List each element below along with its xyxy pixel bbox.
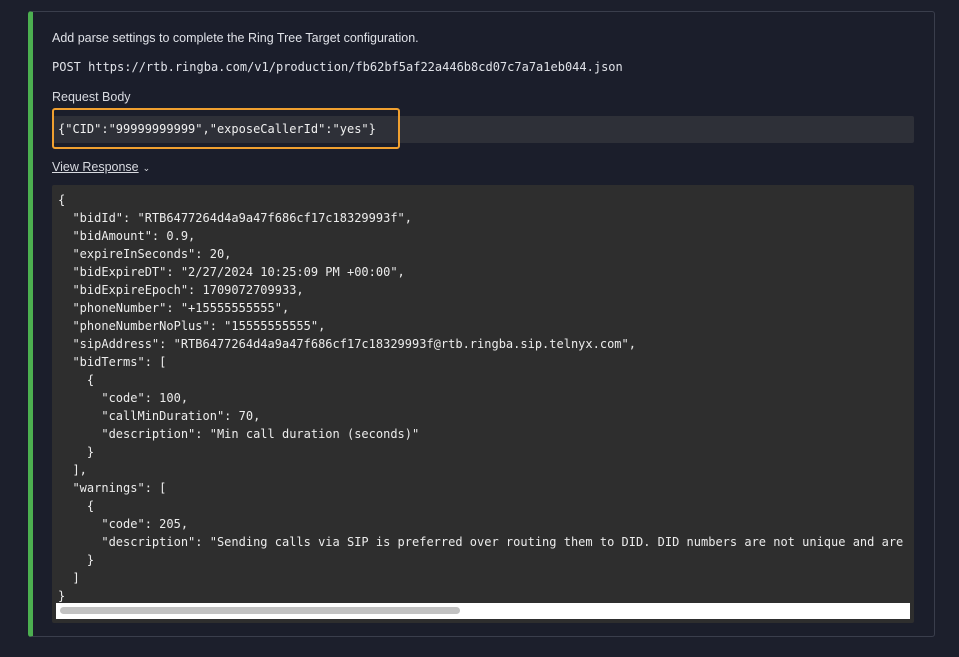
- ring-tree-target-panel: Add parse settings to complete the Ring …: [28, 11, 935, 637]
- chevron-down-icon: ⌄: [142, 163, 151, 173]
- horizontal-scrollbar[interactable]: [56, 603, 910, 619]
- view-response-label: View Response: [52, 160, 139, 174]
- response-code-block: { "bidId": "RTB6477264d4a9a47f686cf17c18…: [52, 185, 914, 623]
- view-response-link[interactable]: View Response ⌄: [52, 160, 150, 174]
- response-json: { "bidId": "RTB6477264d4a9a47f686cf17c18…: [58, 193, 904, 603]
- post-url: POST https://rtb.ringba.com/v1/productio…: [52, 60, 623, 74]
- request-body-label: Request Body: [52, 90, 131, 104]
- request-body-highlight: [52, 108, 400, 149]
- scrollbar-thumb[interactable]: [60, 607, 460, 614]
- info-text: Add parse settings to complete the Ring …: [52, 31, 419, 45]
